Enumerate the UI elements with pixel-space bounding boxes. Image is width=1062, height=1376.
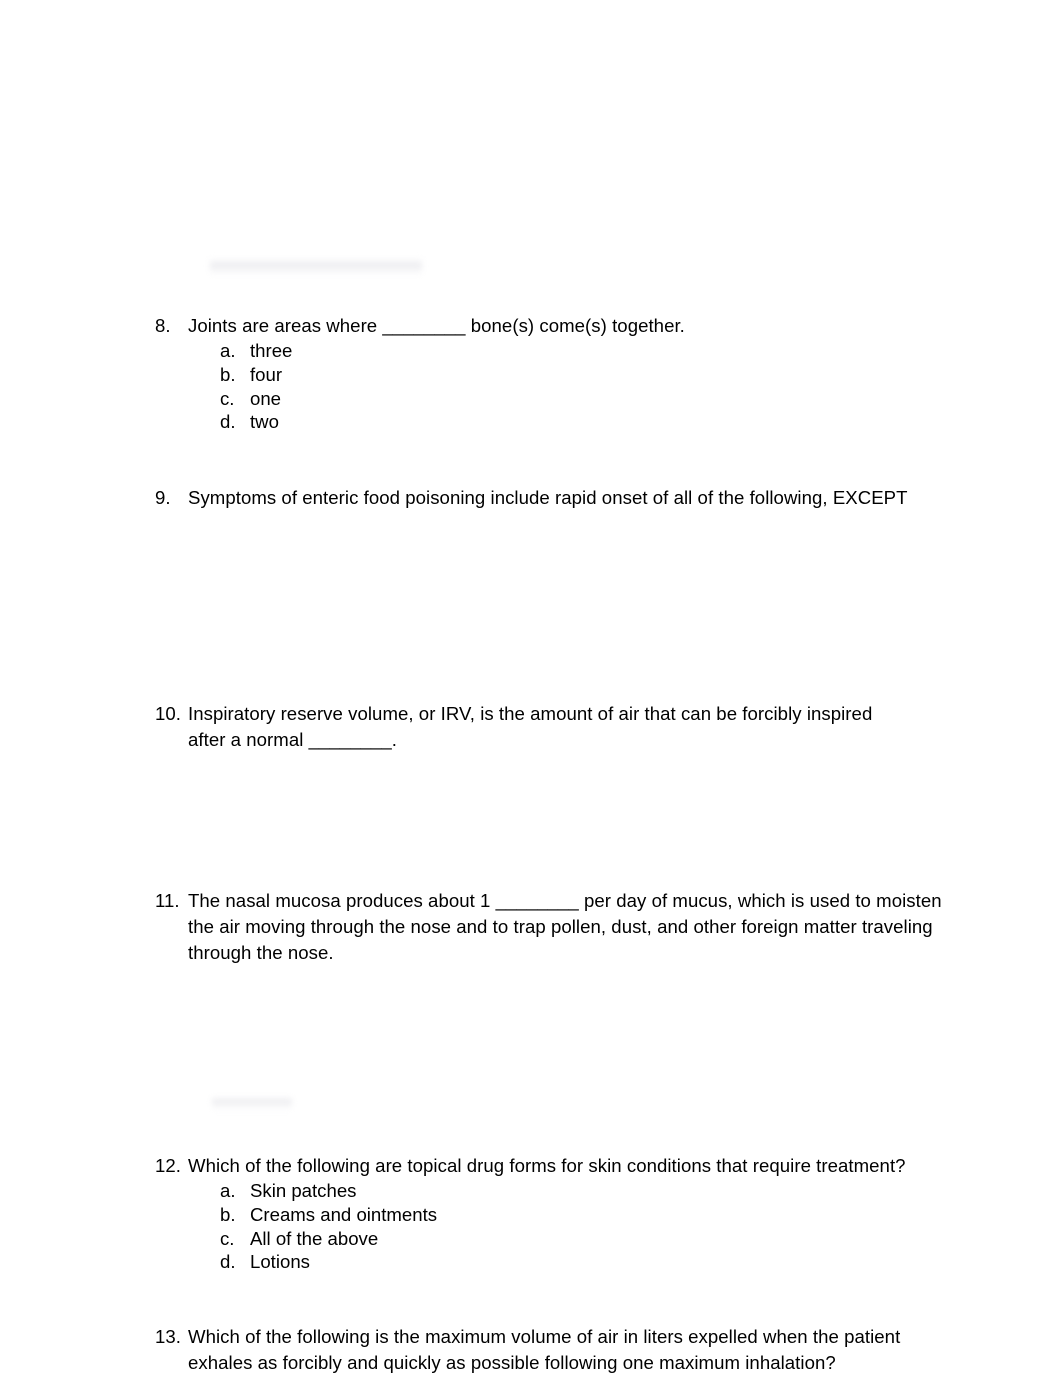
answer-option[interactable]: b. four bbox=[220, 363, 945, 387]
question-text: Which of the following is the maximum vo… bbox=[188, 1326, 906, 1373]
option-letter: b. bbox=[220, 363, 236, 385]
option-label: four bbox=[250, 363, 283, 385]
question-text: Inspiratory reserve volume, or IRV, is t… bbox=[188, 703, 878, 750]
question-heading: 11. The nasal mucosa produces about 1 __… bbox=[155, 888, 945, 966]
answer-options-list: a. Skin patches b. Creams and ointments … bbox=[155, 1179, 945, 1274]
answer-option[interactable]: a. three bbox=[220, 339, 945, 363]
question-block-8: 8. Joints are areas where ________ bone(… bbox=[155, 313, 945, 434]
option-letter: a. bbox=[220, 1180, 236, 1201]
option-label: Lotions bbox=[250, 1251, 310, 1273]
answer-option[interactable]: a. Skin patches bbox=[220, 1179, 945, 1203]
answer-option[interactable]: c. All of the above bbox=[220, 1227, 945, 1251]
option-letter: a. bbox=[220, 340, 236, 361]
answer-option[interactable]: b. Creams and ointments bbox=[220, 1203, 945, 1227]
question-number: 8. bbox=[155, 315, 171, 336]
question-text: Joints are areas where ________ bone(s) … bbox=[188, 315, 685, 336]
question-block-10: 10. Inspiratory reserve volume, or IRV, … bbox=[155, 701, 903, 753]
question-text: Symptoms of enteric food poisoning inclu… bbox=[188, 487, 908, 508]
question-number: 9. bbox=[155, 487, 171, 508]
question-block-9: 9. Symptoms of enteric food poisoning in… bbox=[155, 485, 945, 511]
option-label: Creams and ointments bbox=[250, 1203, 438, 1225]
option-label: three bbox=[250, 340, 293, 361]
option-label: one bbox=[250, 387, 282, 409]
blurred-redaction-middle-artifact bbox=[212, 1096, 292, 1110]
question-heading: 13. Which of the following is the maximu… bbox=[155, 1324, 945, 1376]
answer-options-list: a. three b. four c. one d. two bbox=[155, 339, 945, 434]
question-text: The nasal mucosa produces about 1 ______… bbox=[188, 890, 947, 963]
question-heading: 8. Joints are areas where ________ bone(… bbox=[155, 313, 945, 339]
option-label: Skin patches bbox=[250, 1180, 357, 1201]
question-block-11: 11. The nasal mucosa produces about 1 __… bbox=[155, 888, 945, 966]
question-number: 12. bbox=[155, 1155, 181, 1176]
document-page: 8. Joints are areas where ________ bone(… bbox=[0, 0, 1062, 1376]
option-letter: b. bbox=[220, 1203, 236, 1225]
question-heading: 10. Inspiratory reserve volume, or IRV, … bbox=[155, 701, 903, 753]
question-number: 10. bbox=[155, 703, 181, 724]
option-letter: c. bbox=[220, 387, 235, 409]
answer-option[interactable]: d. two bbox=[220, 410, 945, 434]
option-letter: d. bbox=[220, 1251, 236, 1273]
blurred-redaction-top-artifact bbox=[210, 258, 422, 276]
question-heading: 9. Symptoms of enteric food poisoning in… bbox=[155, 485, 945, 511]
question-heading: 12. Which of the following are topical d… bbox=[155, 1153, 945, 1179]
answer-option[interactable]: c. one bbox=[220, 387, 945, 411]
question-number: 13. bbox=[155, 1326, 181, 1347]
option-label: two bbox=[250, 411, 279, 433]
question-block-12: 12. Which of the following are topical d… bbox=[155, 1153, 945, 1274]
question-text: Which of the following are topical drug … bbox=[188, 1155, 906, 1176]
answer-option[interactable]: d. Lotions bbox=[220, 1250, 945, 1274]
option-label: All of the above bbox=[250, 1227, 379, 1249]
option-letter: d. bbox=[220, 411, 236, 433]
question-number: 11. bbox=[155, 890, 180, 911]
question-block-13: 13. Which of the following is the maximu… bbox=[155, 1324, 945, 1376]
option-letter: c. bbox=[220, 1227, 235, 1249]
